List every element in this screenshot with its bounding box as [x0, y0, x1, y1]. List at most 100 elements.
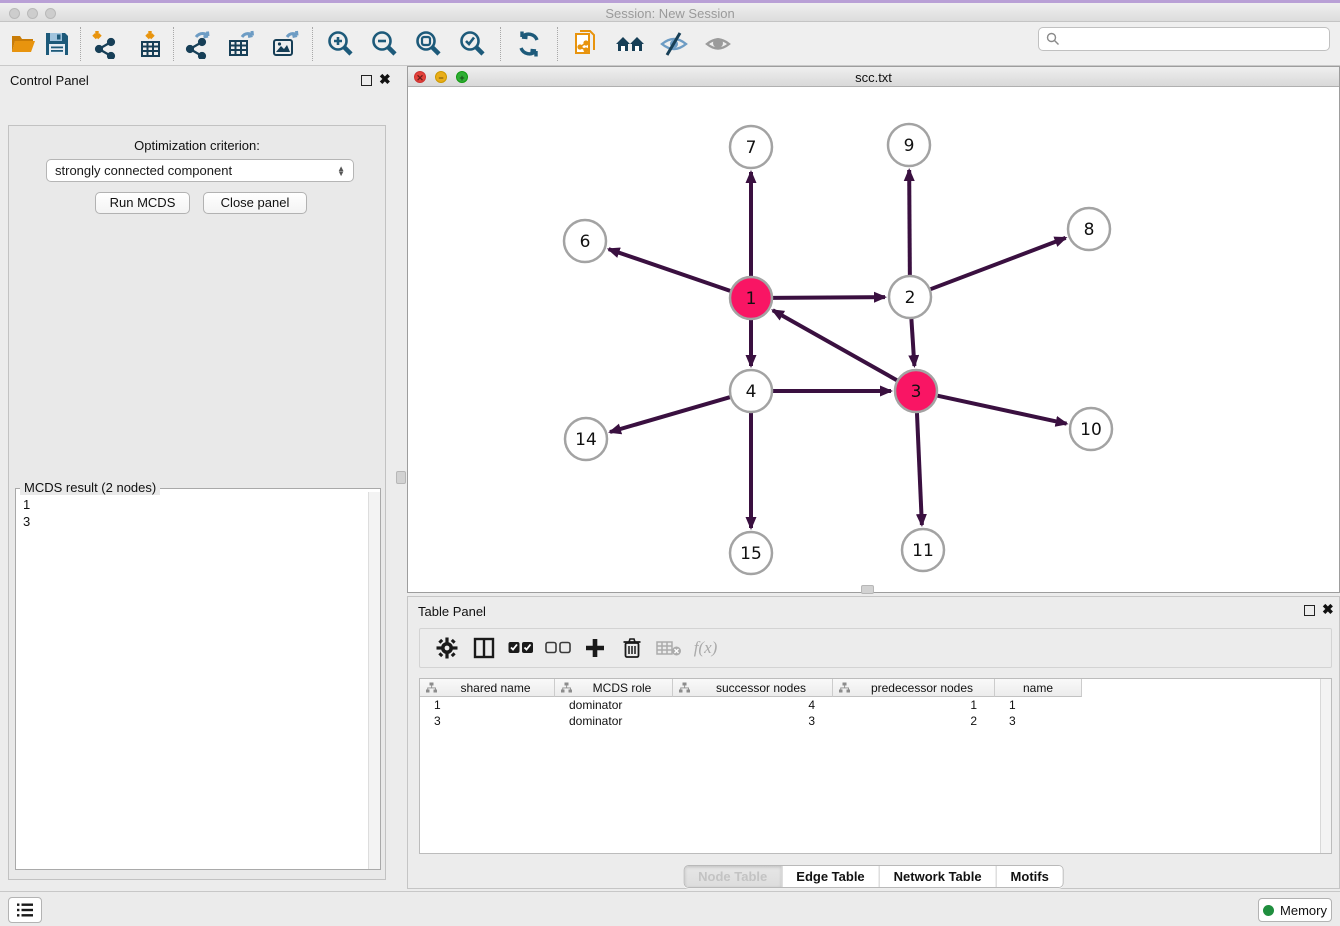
- close-table-panel-icon[interactable]: ✖: [1322, 602, 1334, 616]
- column-header-successor-nodes[interactable]: successor nodes: [673, 679, 833, 697]
- table-toolbar: f(x): [419, 628, 1332, 668]
- column-header-shared-name[interactable]: shared name: [420, 679, 555, 697]
- search-input[interactable]: [1065, 29, 1329, 49]
- column-header-MCDS-role[interactable]: MCDS role: [555, 679, 673, 697]
- svg-text:14: 14: [575, 430, 597, 450]
- import-network-icon[interactable]: [87, 27, 121, 61]
- graph-node-14[interactable]: 14: [565, 418, 607, 460]
- graph-node-7[interactable]: 7: [730, 126, 772, 168]
- settings-gear-icon[interactable]: [428, 633, 465, 663]
- graph-node-3[interactable]: 3: [895, 370, 937, 412]
- float-table-panel-icon[interactable]: [1304, 605, 1315, 616]
- vertical-splitter-handle[interactable]: [396, 471, 406, 484]
- table-scrollbar[interactable]: [1320, 679, 1331, 853]
- select-all-icon[interactable]: [502, 633, 539, 663]
- graph-edge-1-6[interactable]: [609, 249, 731, 291]
- graph-node-15[interactable]: 15: [730, 532, 772, 574]
- tab-motifs[interactable]: Motifs: [996, 866, 1063, 887]
- export-network-icon[interactable]: [180, 27, 214, 61]
- namespace-icon: [839, 682, 850, 693]
- export-table-icon[interactable]: [224, 27, 258, 61]
- houses-icon[interactable]: [613, 27, 647, 61]
- column-header-predecessor-nodes[interactable]: predecessor nodes: [833, 679, 995, 697]
- mcds-result-line: 3: [23, 513, 368, 530]
- network-canvas[interactable]: 7 9 6 8 1 2 4 3 14 10 15 11: [408, 87, 1339, 592]
- table-cell[interactable]: dominator: [555, 713, 673, 729]
- table-row[interactable]: 3dominator323: [420, 713, 1331, 729]
- graph-node-4[interactable]: 4: [730, 370, 772, 412]
- delete-trash-icon[interactable]: [613, 633, 650, 663]
- control-panel: Control Panel ✖ NetworkStyleSelectMCDS O…: [0, 66, 394, 888]
- zoom-out-icon[interactable]: [367, 27, 401, 61]
- close-panel-icon[interactable]: ✖: [379, 72, 391, 86]
- float-panel-icon[interactable]: [361, 75, 372, 86]
- mcds-result-scrollbar[interactable]: [368, 492, 380, 869]
- table-cell[interactable]: 3: [420, 713, 555, 729]
- namespace-icon: [561, 682, 572, 693]
- network-window-titlebar[interactable]: ✕ − + scc.txt: [408, 67, 1339, 87]
- graph-node-6[interactable]: 6: [564, 220, 606, 262]
- graph-edge-4-14[interactable]: [610, 397, 730, 432]
- mcds-result-text[interactable]: 13: [16, 492, 368, 869]
- deselect-all-icon[interactable]: [539, 633, 576, 663]
- svg-text:3: 3: [911, 382, 922, 402]
- namespace-icon: [426, 682, 437, 693]
- table-cell[interactable]: 1: [995, 697, 1082, 713]
- graph-edge-3-10[interactable]: [937, 396, 1066, 424]
- graph-node-2[interactable]: 2: [889, 276, 931, 318]
- run-mcds-button[interactable]: Run MCDS: [95, 192, 190, 214]
- zoom-selected-icon[interactable]: [455, 27, 489, 61]
- graph-node-8[interactable]: 8: [1068, 208, 1110, 250]
- toolbar-separator: [557, 27, 558, 61]
- import-table-icon[interactable]: [133, 27, 167, 61]
- graph-node-1[interactable]: 1: [730, 277, 772, 319]
- graph-edge-3-11[interactable]: [917, 413, 922, 525]
- graph-node-10[interactable]: 10: [1070, 408, 1112, 450]
- graph-node-11[interactable]: 11: [902, 529, 944, 571]
- table-cell[interactable]: 2: [833, 713, 995, 729]
- open-file-icon[interactable]: [6, 27, 40, 61]
- table-cell[interactable]: 1: [420, 697, 555, 713]
- zoom-in-icon[interactable]: [323, 27, 357, 61]
- network-title: scc.txt: [408, 70, 1339, 85]
- tab-network-table[interactable]: Network Table: [879, 866, 996, 887]
- mcds-result-box: MCDS result (2 nodes) 13: [15, 488, 381, 870]
- tab-edge-table[interactable]: Edge Table: [781, 866, 878, 887]
- duplicate-network-icon[interactable]: [569, 27, 603, 61]
- table-cell[interactable]: 3: [673, 713, 833, 729]
- memory-button[interactable]: Memory: [1258, 898, 1332, 922]
- graph-edge-2-3[interactable]: [911, 319, 914, 366]
- toolbar-search[interactable]: [1038, 27, 1330, 51]
- optimization-criterion-label: Optimization criterion:: [9, 138, 385, 153]
- toolbar-separator: [500, 27, 501, 61]
- eye-slash-icon[interactable]: [657, 27, 691, 61]
- show-column-icon[interactable]: [465, 633, 502, 663]
- eye-icon: [701, 27, 735, 61]
- graph-edge-2-9[interactable]: [909, 170, 910, 275]
- tab-node-table[interactable]: Node Table: [684, 866, 781, 887]
- horizontal-splitter-handle[interactable]: [861, 585, 874, 594]
- graph-edge-3-1[interactable]: [773, 310, 897, 380]
- table-row[interactable]: 1dominator411: [420, 697, 1331, 713]
- graph-node-9[interactable]: 9: [888, 124, 930, 166]
- table-cell[interactable]: 4: [673, 697, 833, 713]
- graph-edge-2-8[interactable]: [931, 238, 1066, 289]
- app-titlebar: Session: New Session: [0, 3, 1340, 22]
- node-table: shared nameMCDS rolesuccessor nodesprede…: [419, 678, 1332, 854]
- close-panel-button[interactable]: Close panel: [203, 192, 307, 214]
- save-session-icon[interactable]: [40, 27, 74, 61]
- export-image-icon[interactable]: [268, 27, 302, 61]
- table-cell[interactable]: 3: [995, 713, 1082, 729]
- add-column-plus-icon[interactable]: [576, 633, 613, 663]
- refresh-icon[interactable]: [512, 27, 546, 61]
- column-header-name[interactable]: name: [995, 679, 1082, 697]
- svg-text:15: 15: [740, 544, 762, 564]
- table-cell[interactable]: dominator: [555, 697, 673, 713]
- zoom-fit-icon[interactable]: [411, 27, 445, 61]
- task-history-button[interactable]: [8, 897, 42, 923]
- graph-edge-1-2[interactable]: [773, 297, 885, 298]
- criterion-dropdown[interactable]: strongly connected component ▲▼: [46, 159, 354, 182]
- criterion-dropdown-value: strongly connected component: [55, 163, 232, 178]
- svg-text:2: 2: [905, 288, 916, 308]
- table-cell[interactable]: 1: [833, 697, 995, 713]
